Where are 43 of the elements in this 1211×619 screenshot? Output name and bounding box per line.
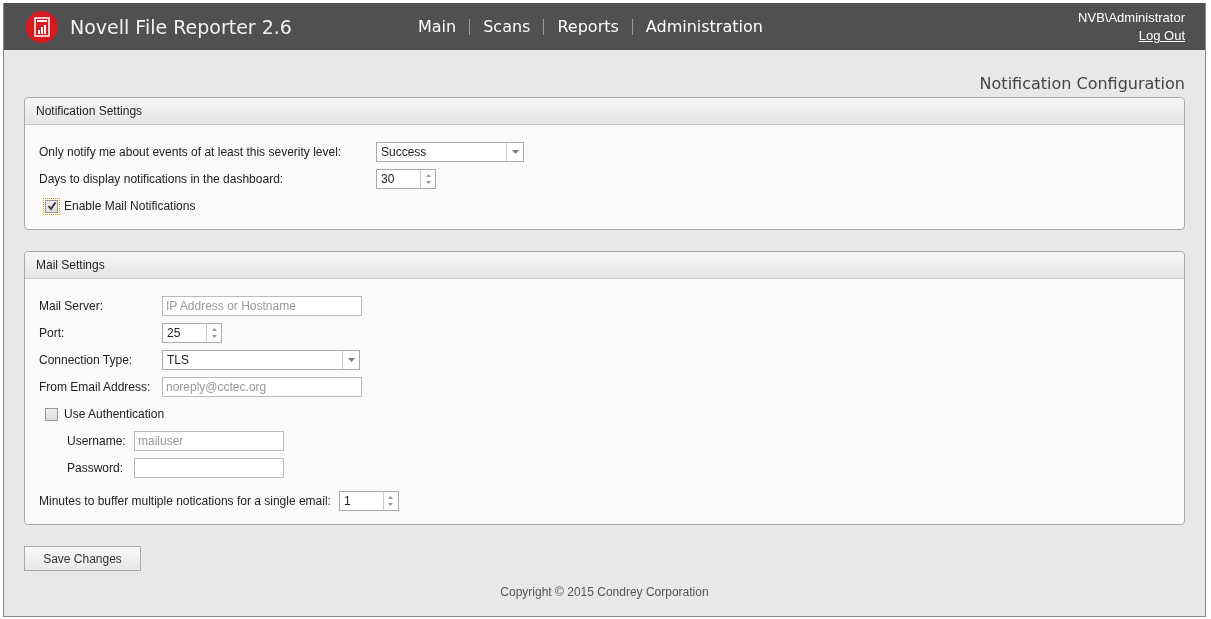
field-label: Days to display notifications in the dashboard:: [39, 172, 285, 186]
field-label: Port:: [39, 326, 66, 340]
copyright-text: Copyright © 2015 Condrey Corporation: [500, 585, 709, 599]
field-label: Connection Type:: [39, 353, 134, 367]
panel-title: Mail Settings: [36, 258, 105, 272]
spin-down-icon[interactable]: [388, 503, 394, 506]
field-label: Password:: [67, 461, 125, 475]
checkbox[interactable]: [45, 407, 58, 421]
input-field[interactable]: noreply@cctec.org: [162, 377, 362, 397]
page-title: Notification Configuration: [979, 74, 1185, 93]
number-field[interactable]: 30: [376, 169, 436, 189]
field-label: Minutes to buffer multiple notications for a single email:: [39, 494, 331, 508]
input-field[interactable]: [134, 458, 284, 478]
spin-up-icon[interactable]: [211, 328, 217, 331]
field-label: Username:: [67, 434, 127, 448]
input-field[interactable]: IP Address or Hostname: [162, 296, 362, 316]
app-title: Novell File Reporter 2.6: [70, 15, 292, 38]
checkbox[interactable]: [45, 199, 58, 213]
panel-title: Notification Settings: [36, 104, 143, 118]
user-name: NVB\Administrator: [1078, 10, 1185, 25]
spin-down-icon[interactable]: [425, 181, 431, 184]
dropdown[interactable]: Success: [376, 142, 524, 162]
field-label: Only notify me about events of at least this severity level:: [39, 145, 343, 159]
field-label: From Email Address:: [39, 380, 152, 394]
nav-link[interactable]: Administration: [645, 17, 763, 36]
nav-link[interactable]: Reports: [557, 17, 619, 36]
logout-link[interactable]: Log Out: [1138, 28, 1185, 43]
report-logo-icon: [26, 10, 58, 43]
number-field[interactable]: 25: [162, 323, 222, 343]
spin-up-icon[interactable]: [425, 174, 431, 177]
input-field[interactable]: mailuser: [134, 431, 284, 451]
field-label: Mail Server:: [39, 299, 104, 313]
checkbox-label: Use Authentication: [64, 407, 165, 421]
save-button[interactable]: Save Changes: [24, 546, 141, 571]
dropdown[interactable]: TLS: [162, 350, 360, 370]
spin-up-icon[interactable]: [388, 496, 394, 499]
caret-down-icon[interactable]: [347, 358, 355, 362]
checkbox-label: Enable Mail Notifications: [64, 199, 196, 213]
caret-down-icon[interactable]: [511, 150, 519, 154]
number-field[interactable]: 1: [338, 491, 399, 511]
nav-link[interactable]: Scans: [483, 17, 531, 36]
spin-down-icon[interactable]: [211, 335, 217, 338]
nav-link[interactable]: Main: [418, 17, 457, 36]
